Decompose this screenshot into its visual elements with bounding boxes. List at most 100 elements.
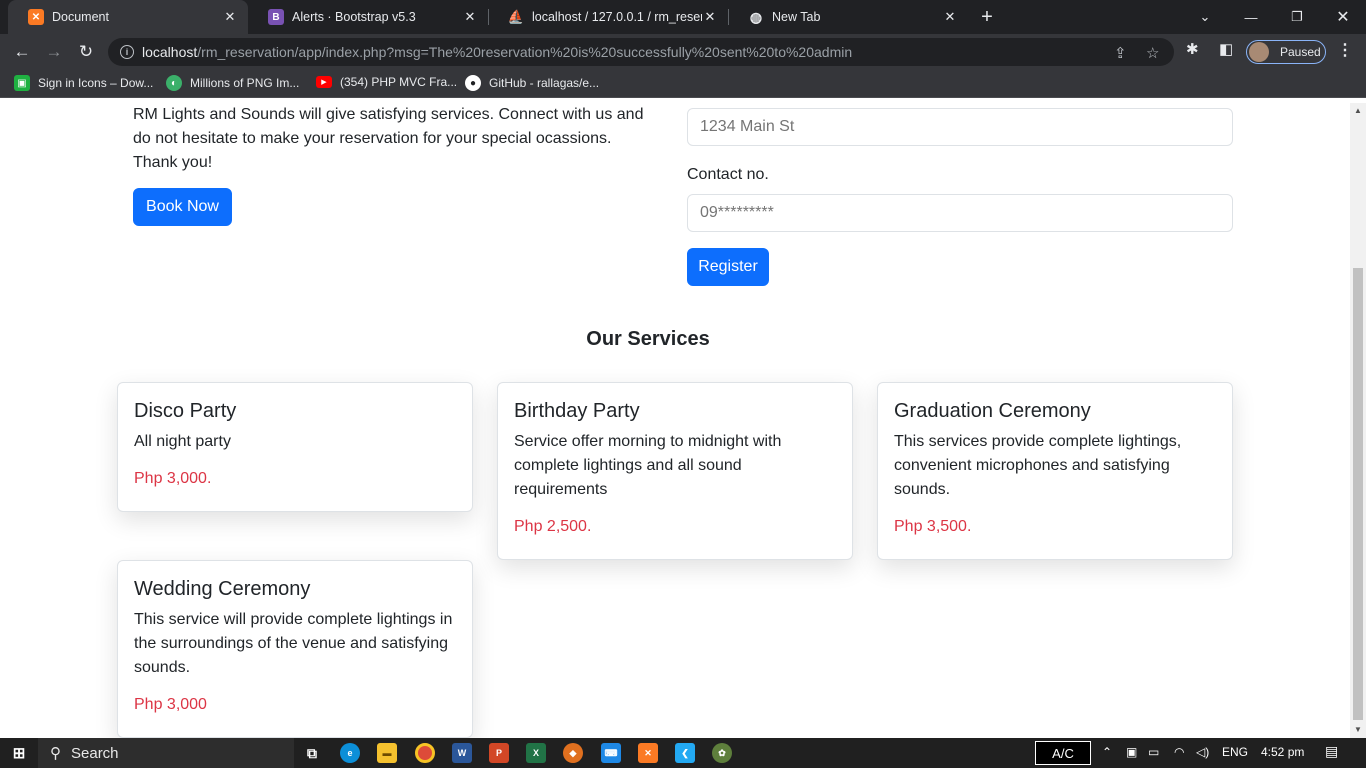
back-arrow-icon[interactable]: ← [10,40,34,64]
restore-button[interactable]: ❐ [1274,0,1320,34]
menu-kebab-icon[interactable]: ⋮ [1337,40,1353,60]
tab-title: Alerts · Bootstrap v5.3 [292,10,416,24]
file-explorer-icon[interactable]: ▬ [377,743,397,763]
service-description: This services provide complete lightings… [894,433,1182,498]
avatar [1249,42,1269,62]
forward-arrow-icon[interactable]: → [42,40,66,64]
taskbar-search[interactable]: ⚲ Search [38,738,294,768]
side-panel-icon[interactable]: ◧ [1219,40,1233,58]
service-price: Php 3,500. [894,518,972,535]
share-icon[interactable]: ⇪ [1114,44,1127,62]
bookmark-label: (354) PHP MVC Fra... [340,75,458,89]
service-title: Wedding Ceremony [134,578,311,600]
tab-phpmyadmin[interactable]: ⛵ localhost / 127.0.0.1 / rm_reserva ✕ [488,0,728,34]
game-icon[interactable]: ✿ [712,743,732,763]
service-description: All night party [134,433,231,450]
service-card-birthday-party: Birthday Party Service offer morning to … [497,382,853,560]
window-close-button[interactable]: ✕ [1320,0,1366,34]
scroll-up-arrow-icon[interactable]: ▲ [1354,106,1362,115]
close-tab-icon[interactable]: ✕ [222,9,238,25]
service-title: Disco Party [134,400,237,422]
url-host: localhost [142,44,198,60]
reload-icon[interactable]: ↻ [74,40,98,64]
wifi-icon[interactable]: ◠ [1174,745,1184,759]
services-title: Our Services [586,328,710,350]
bookmark-item[interactable]: ◐ Millions of PNG Im... [166,75,299,91]
bootstrap-icon: B [268,9,284,25]
service-price: Php 3,000 [134,696,207,713]
bookmark-star-icon[interactable]: ☆ [1146,44,1159,62]
search-label: Search [71,744,119,762]
windows-start-icon[interactable]: ⊞ [9,743,29,763]
search-icon: ⚲ [50,745,61,762]
site-info-icon[interactable]: i [120,45,134,59]
scroll-down-arrow-icon[interactable]: ▼ [1354,725,1362,734]
tab-document[interactable]: ✕ Document ✕ [8,0,248,34]
contact-input[interactable] [687,194,1233,232]
xampp-taskbar-icon[interactable]: ✕ [638,743,658,763]
app-icon[interactable]: ◆ [563,743,583,763]
youtube-icon: ▶ [316,76,332,88]
edge-icon[interactable]: e [340,743,360,763]
close-tab-icon[interactable]: ✕ [702,9,718,25]
close-tab-icon[interactable]: ✕ [942,9,958,25]
notifications-icon[interactable]: ▤ [1325,743,1338,760]
tab-strip: ✕ Document ✕ B Alerts · Bootstrap v5.3 ✕… [0,0,1366,34]
icons8-icon: ▣ [14,75,30,91]
book-now-button[interactable]: Book Now [133,188,232,226]
scrollbar-thumb[interactable] [1353,268,1363,720]
address-bar[interactable]: i localhost/rm_reservation/app/index.php… [108,38,1174,66]
keyboard-app-icon[interactable]: ⌨ [601,743,621,763]
pngtree-icon: ◐ [166,75,182,91]
volume-icon[interactable]: ◁) [1196,745,1209,759]
bookmark-item[interactable]: ● GitHub - rallagas/e... [465,75,599,91]
tab-title: localhost / 127.0.0.1 / rm_reserva [532,10,702,24]
intro-text: RM Lights and Sounds will give satisfyin… [133,106,644,171]
phpmyadmin-icon: ⛵ [507,9,525,24]
extensions-icon[interactable]: ✱ [1186,40,1199,58]
service-price: Php 3,000. [134,470,212,487]
tab-new-tab[interactable]: ◍ New Tab ✕ [728,0,968,34]
register-button[interactable]: Register [687,248,769,286]
service-title: Graduation Ceremony [894,400,1091,422]
service-card-graduation-ceremony: Graduation Ceremony This services provid… [877,382,1233,560]
tab-title: New Tab [772,10,821,24]
battery-icon[interactable]: ▭ [1148,745,1159,759]
minimize-button[interactable]: — [1228,0,1274,34]
tab-title: Document [52,10,109,24]
ac-indicator: A/C [1035,741,1091,765]
xampp-icon: ✕ [28,9,44,25]
bookmark-label: GitHub - rallagas/e... [489,76,600,90]
service-card-disco-party: Disco Party All night party Php 3,000. [117,382,473,512]
excel-icon[interactable]: X [526,743,546,763]
powerpoint-icon[interactable]: P [489,743,509,763]
close-tab-icon[interactable]: ✕ [462,9,478,25]
tray-chevron-icon[interactable]: ⌃ [1102,745,1112,759]
page-viewport: RM Lights and Sounds will give satisfyin… [0,103,1350,738]
clock[interactable]: 4:52 pm [1261,745,1304,759]
globe-icon: ◍ [749,8,763,25]
service-description: This service will provide complete light… [134,611,453,676]
profile-status: Paused [1280,45,1321,59]
bookmark-label: Sign in Icons – Dow... [38,76,154,90]
bookmark-item[interactable]: ▣ Sign in Icons – Dow... [14,75,153,91]
language-indicator[interactable]: ENG [1222,745,1248,759]
profile-button[interactable]: Paused [1246,40,1326,64]
chrome-icon[interactable] [415,743,435,763]
meet-now-icon[interactable]: ▣ [1126,745,1137,759]
address-input[interactable] [687,108,1233,146]
new-tab-button[interactable]: + [976,4,998,30]
vscode-icon[interactable]: ❮ [675,743,695,763]
word-icon[interactable]: W [452,743,472,763]
tab-bootstrap-alerts[interactable]: B Alerts · Bootstrap v5.3 ✕ [248,0,488,34]
page-scrollbar[interactable]: ▲ ▼ [1350,103,1366,738]
contact-label: Contact no. [687,166,769,183]
bookmarks-bar: ▣ Sign in Icons – Dow... ◐ Millions of P… [0,70,1366,98]
service-description: Service offer morning to midnight with c… [514,433,782,498]
task-view-icon[interactable]: ⧉ [302,743,322,763]
tab-search-chevron-icon[interactable]: ⌄ [1182,0,1228,34]
bookmark-item[interactable]: ▶ (354) PHP MVC Fra... [316,75,457,89]
github-icon: ● [465,75,481,91]
service-card-wedding-ceremony: Wedding Ceremony This service will provi… [117,560,473,738]
service-price: Php 2,500. [514,518,592,535]
